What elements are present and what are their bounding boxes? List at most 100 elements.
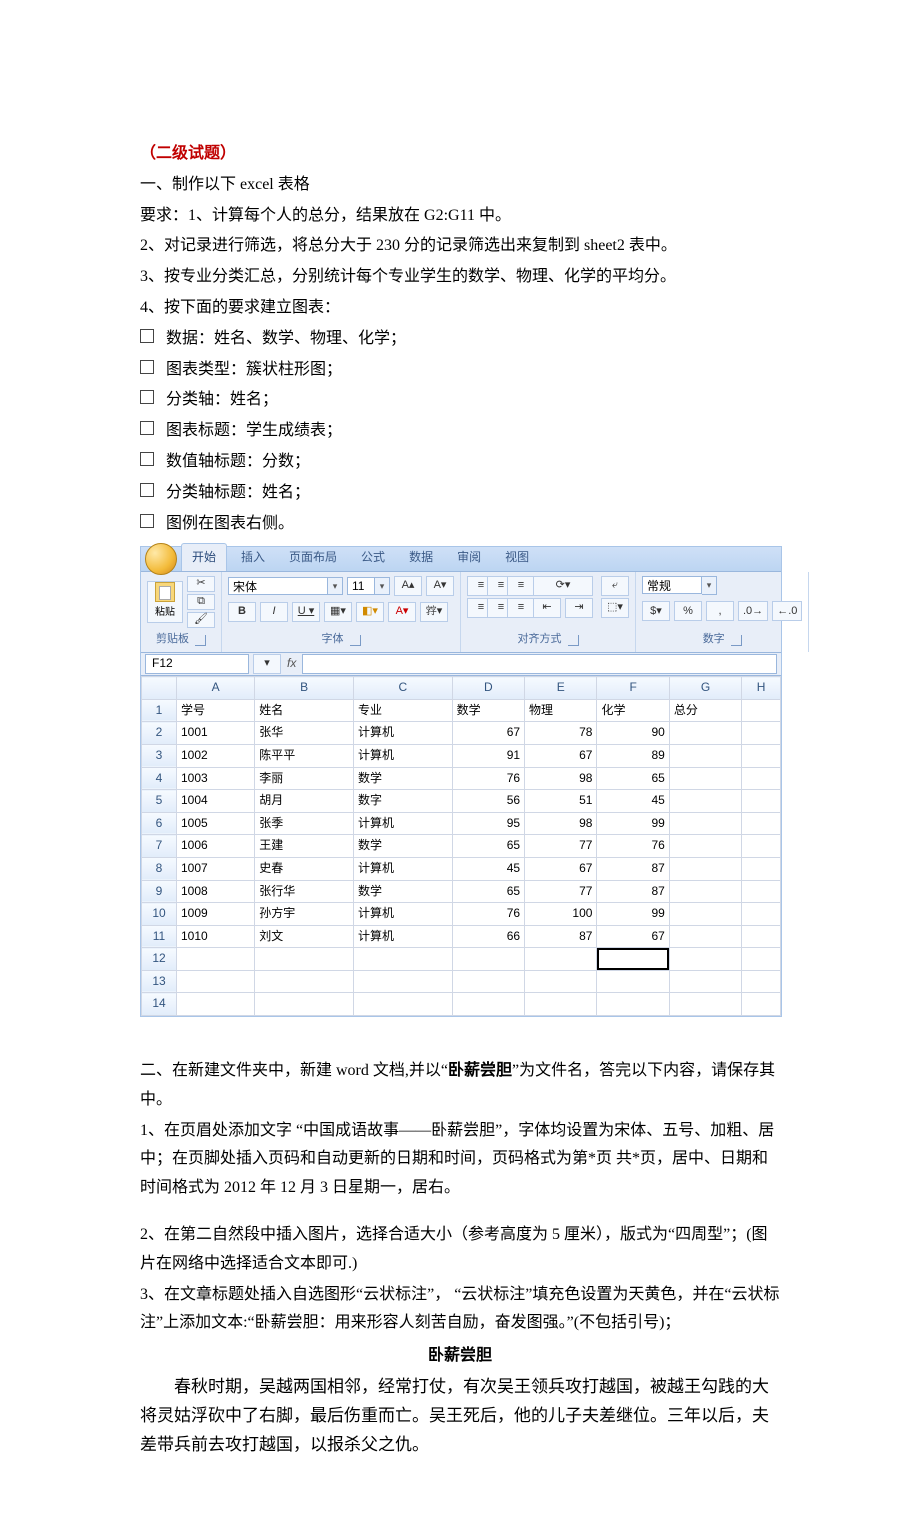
currency-button[interactable]: $▾: [642, 601, 670, 621]
cell[interactable]: [669, 767, 741, 790]
cell[interactable]: 化学: [597, 699, 669, 722]
cell[interactable]: 76: [597, 835, 669, 858]
cell[interactable]: 总分: [669, 699, 741, 722]
number-format-input[interactable]: [642, 576, 702, 594]
cell[interactable]: [742, 835, 781, 858]
col-header-g[interactable]: G: [669, 677, 741, 700]
cell[interactable]: [669, 880, 741, 903]
font-color-button[interactable]: A▾: [388, 602, 416, 622]
cell[interactable]: 77: [525, 880, 597, 903]
cell[interactable]: [669, 970, 741, 993]
grow-font-button[interactable]: A▴: [394, 576, 422, 596]
row-header[interactable]: 6: [142, 812, 177, 835]
cell[interactable]: 孙方宇: [255, 903, 354, 926]
cell[interactable]: 67: [452, 722, 524, 745]
cell[interactable]: 89: [597, 744, 669, 767]
format-painter-button[interactable]: 🖌: [187, 612, 215, 628]
cell[interactable]: [742, 948, 781, 971]
cut-button[interactable]: ✂: [187, 576, 215, 592]
cell[interactable]: 1010: [177, 925, 255, 948]
cell[interactable]: 95: [452, 812, 524, 835]
bold-button[interactable]: B: [228, 602, 256, 622]
cell[interactable]: [597, 970, 669, 993]
row-header[interactable]: 10: [142, 903, 177, 926]
comma-button[interactable]: ,: [706, 601, 734, 621]
orientation-button[interactable]: ⟳▾: [533, 576, 593, 596]
tab-view[interactable]: 视图: [495, 544, 539, 572]
cell[interactable]: [452, 993, 524, 1016]
tab-home[interactable]: 开始: [181, 543, 227, 572]
row-header[interactable]: 2: [142, 722, 177, 745]
row-header[interactable]: 12: [142, 948, 177, 971]
fx-icon[interactable]: fx: [281, 653, 302, 675]
underline-button[interactable]: U ▾: [292, 602, 320, 622]
cell[interactable]: [525, 948, 597, 971]
cell[interactable]: 1001: [177, 722, 255, 745]
merge-center-button[interactable]: ⬚▾: [601, 598, 629, 618]
cell[interactable]: 1002: [177, 744, 255, 767]
cell[interactable]: 87: [525, 925, 597, 948]
dialog-launcher-icon[interactable]: [568, 635, 579, 646]
cell[interactable]: 65: [452, 880, 524, 903]
cell[interactable]: 数学: [452, 699, 524, 722]
cell[interactable]: 物理: [525, 699, 597, 722]
cell[interactable]: 数学: [353, 880, 452, 903]
cell[interactable]: [742, 993, 781, 1016]
cell[interactable]: [742, 880, 781, 903]
cell[interactable]: 陈平平: [255, 744, 354, 767]
cell[interactable]: 1005: [177, 812, 255, 835]
cell[interactable]: [669, 812, 741, 835]
cell[interactable]: 专业: [353, 699, 452, 722]
cell[interactable]: 87: [597, 880, 669, 903]
chevron-down-icon[interactable]: ▾: [375, 577, 390, 595]
cell[interactable]: [597, 948, 669, 971]
cell[interactable]: [353, 948, 452, 971]
cell[interactable]: 刘文: [255, 925, 354, 948]
cell[interactable]: 王建: [255, 835, 354, 858]
font-size-input[interactable]: [347, 577, 375, 595]
percent-button[interactable]: %: [674, 601, 702, 621]
cell[interactable]: 1008: [177, 880, 255, 903]
wrap-text-button[interactable]: ⤶: [601, 576, 629, 596]
cell[interactable]: [353, 993, 452, 1016]
cell[interactable]: 67: [525, 857, 597, 880]
cell[interactable]: 76: [452, 903, 524, 926]
border-button[interactable]: ▦▾: [324, 602, 352, 622]
cell[interactable]: 65: [452, 835, 524, 858]
cell[interactable]: 计算机: [353, 903, 452, 926]
cell[interactable]: 张华: [255, 722, 354, 745]
align-bottom-button[interactable]: ≡: [507, 576, 535, 596]
increase-indent-button[interactable]: ⇥: [565, 598, 593, 618]
cell[interactable]: [669, 948, 741, 971]
cell[interactable]: 77: [525, 835, 597, 858]
cell[interactable]: 45: [597, 790, 669, 813]
paste-button[interactable]: 粘贴: [147, 581, 183, 623]
cell[interactable]: [742, 970, 781, 993]
cell[interactable]: 张行华: [255, 880, 354, 903]
cell[interactable]: 76: [452, 767, 524, 790]
col-header-h[interactable]: H: [742, 677, 781, 700]
cell[interactable]: [669, 722, 741, 745]
cell[interactable]: 1006: [177, 835, 255, 858]
cell[interactable]: [669, 835, 741, 858]
cell[interactable]: 100: [525, 903, 597, 926]
italic-button[interactable]: I: [260, 602, 288, 622]
copy-button[interactable]: ⧉: [187, 594, 215, 610]
phonetic-button[interactable]: 𡦂▾: [420, 602, 448, 622]
decrease-decimal-button[interactable]: ←.0: [772, 601, 802, 621]
font-name-input[interactable]: [228, 577, 328, 595]
cell[interactable]: 数学: [353, 767, 452, 790]
cell[interactable]: [742, 744, 781, 767]
cell[interactable]: 胡月: [255, 790, 354, 813]
cell[interactable]: [177, 948, 255, 971]
cell[interactable]: [742, 857, 781, 880]
cell[interactable]: 学号: [177, 699, 255, 722]
row-header[interactable]: 5: [142, 790, 177, 813]
cell[interactable]: 91: [452, 744, 524, 767]
row-header[interactable]: 14: [142, 993, 177, 1016]
cell[interactable]: [669, 993, 741, 1016]
font-name-combo[interactable]: ▾: [228, 577, 343, 595]
row-header[interactable]: 13: [142, 970, 177, 993]
chevron-down-icon[interactable]: ▾: [702, 576, 717, 594]
cell[interactable]: [525, 993, 597, 1016]
